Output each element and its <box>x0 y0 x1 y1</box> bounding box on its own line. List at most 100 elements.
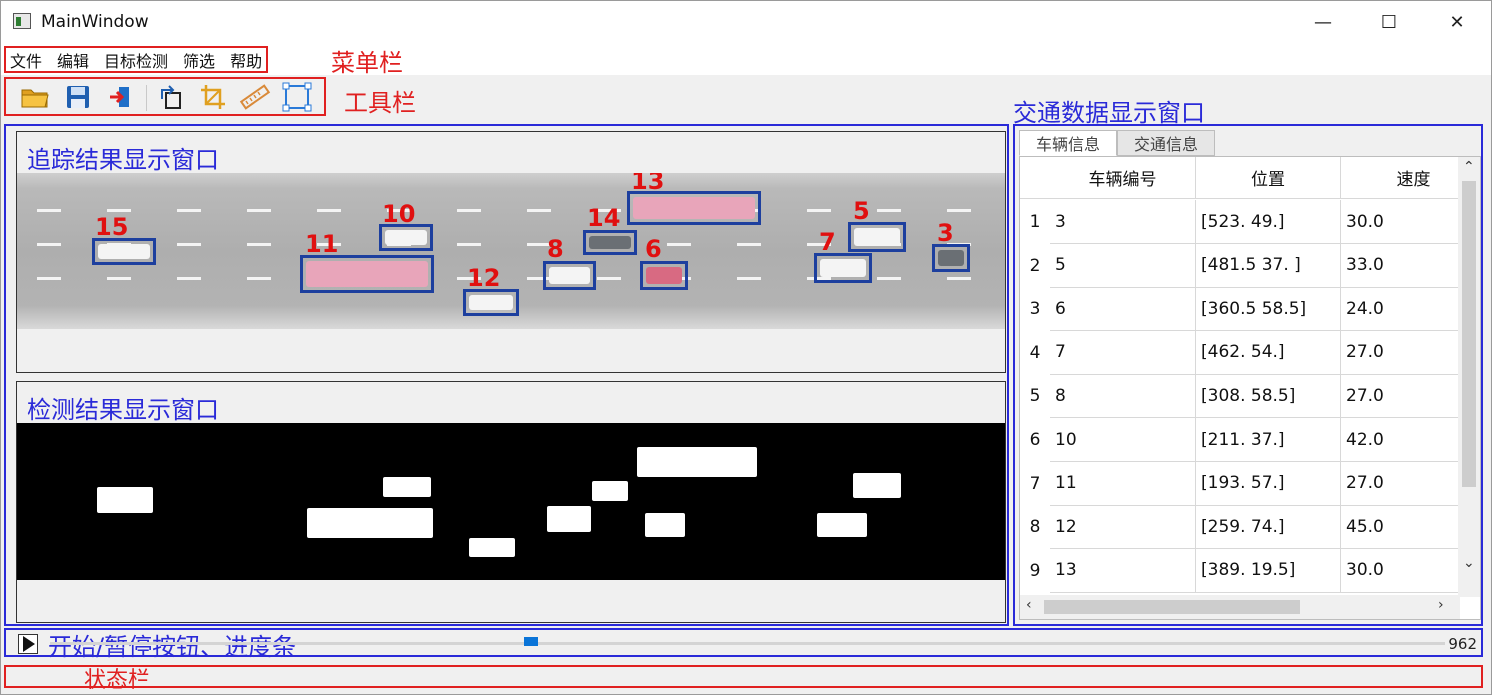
rotate-icon[interactable] <box>154 82 188 112</box>
scroll-left-icon[interactable]: ‹ <box>1026 597 1032 613</box>
status-bar: 状态栏 <box>4 665 1483 693</box>
track-id-label: 5 <box>853 197 870 225</box>
tab-vehicle-info[interactable]: 车辆信息 <box>1019 130 1118 156</box>
vertical-scroll-thumb[interactable] <box>1462 181 1476 487</box>
traffic-data-pane: 车辆信息 交通信息 车辆编号 位置 速度 1 3 [523. 49.] 30.0 2 5[… <box>1013 124 1483 626</box>
detection-panel-title: 检测结果显示窗口 <box>27 396 219 424</box>
table-cell-pos[interactable]: [259. 74.] <box>1196 505 1341 550</box>
mask-blob <box>853 473 901 498</box>
app-icon <box>13 13 31 29</box>
statusbar-annotation: 状态栏 <box>84 668 151 693</box>
horizontal-scrollbar[interactable]: ‹ › <box>1020 595 1460 619</box>
corner-header <box>1020 157 1050 199</box>
column-header[interactable]: 位置 <box>1196 157 1341 199</box>
track-id-label: 13 <box>631 173 665 195</box>
table-cell-id[interactable]: 8 <box>1050 374 1196 419</box>
detection-panel: 检测结果显示窗口 <box>16 381 1006 623</box>
table-row[interactable]: 1 3 [523. 49.] 30.0 <box>1020 200 1480 244</box>
track-id-label: 3 <box>937 219 954 247</box>
table-row[interactable]: 3 6 [360.5 58.5] 24.0 <box>1020 287 1480 332</box>
track-id-label: 11 <box>305 230 339 258</box>
bbox-vehicle <box>92 238 156 265</box>
mask-blob <box>645 513 685 537</box>
play-pause-button[interactable] <box>18 634 38 654</box>
tracking-frame: 15 10 11 12 8 14 13 6 7 5 3 <box>17 173 1005 329</box>
bbox-vehicle <box>463 289 519 316</box>
menu-help[interactable]: 帮助 <box>230 48 262 72</box>
progress-slider[interactable] <box>50 642 1445 645</box>
table-row[interactable]: 4 7 [462. 54.] 27.0 <box>1020 330 1480 375</box>
lane-marking <box>37 209 977 212</box>
title-bar: MainWindow — ☐ ✕ <box>1 1 1491 43</box>
table-cell-id[interactable]: 12 <box>1050 505 1196 550</box>
window-title: MainWindow <box>41 12 149 32</box>
table-cell-id[interactable]: 13 <box>1050 548 1196 593</box>
tab-traffic-info[interactable]: 交通信息 <box>1117 130 1216 156</box>
minimize-button[interactable]: — <box>1303 9 1343 35</box>
track-id-label: 15 <box>95 213 129 241</box>
mask-blob <box>592 481 628 501</box>
mask-blob <box>97 487 153 513</box>
scroll-up-icon[interactable]: ⌃ <box>1463 159 1475 175</box>
table-row[interactable]: 5 8 [308. 58.5] 27.0 <box>1020 374 1480 419</box>
tab-bar: 车辆信息 交通信息 <box>1019 130 1216 156</box>
table-cell-id[interactable]: 6 <box>1050 287 1196 332</box>
folder-open-icon[interactable] <box>18 82 52 112</box>
mask-blob <box>307 508 433 538</box>
table-cell-pos[interactable]: [193. 57.] <box>1196 461 1341 506</box>
save-icon[interactable] <box>61 82 95 112</box>
exit-icon[interactable] <box>103 82 137 112</box>
crop-icon[interactable] <box>196 82 230 112</box>
toolbar-separator <box>146 85 147 111</box>
menu-detect[interactable]: 目标检测 <box>104 48 168 72</box>
tracking-panel: 追踪结果显示窗口 15 10 11 12 8 14 13 6 7 5 3 <box>16 131 1006 373</box>
vehicle-table: 车辆编号 位置 速度 1 3 [523. 49.] 30.0 2 5 [481.5 37. … <box>1019 156 1481 620</box>
progress-slider-handle[interactable] <box>524 637 539 646</box>
table-cell-id[interactable]: 3 <box>1050 200 1196 244</box>
frame-count: 962 <box>1448 635 1477 653</box>
bbox-vehicle <box>627 191 761 225</box>
mask-blob <box>637 447 757 477</box>
track-id-label: 6 <box>645 235 662 263</box>
table-row[interactable]: 6 10 [211. 37.] 42.0 <box>1020 418 1480 462</box>
vertical-scrollbar[interactable]: ⌃ ⌄ <box>1458 157 1480 597</box>
menu-file[interactable]: 文件 <box>10 48 42 72</box>
ruler-icon[interactable] <box>238 82 272 112</box>
row-number: 2 <box>1029 255 1041 276</box>
bbox-vehicle <box>814 253 872 283</box>
table-cell-pos[interactable]: [389. 19.5] <box>1196 548 1341 593</box>
table-cell-id[interactable]: 10 <box>1050 418 1196 462</box>
column-header[interactable]: 车辆编号 <box>1050 157 1196 199</box>
table-cell-pos[interactable]: [523. 49.] <box>1196 200 1341 244</box>
horizontal-scroll-thumb[interactable] <box>1044 600 1300 614</box>
tracking-panel-title: 追踪结果显示窗口 <box>27 146 219 174</box>
menu-edit[interactable]: 编辑 <box>57 48 89 72</box>
table-cell-pos[interactable]: [481.5 37. ] <box>1196 243 1341 288</box>
scroll-right-icon[interactable]: › <box>1438 597 1444 613</box>
close-button[interactable]: ✕ <box>1437 9 1477 35</box>
track-id-label: 10 <box>382 200 416 228</box>
table-cell-pos[interactable]: [462. 54.] <box>1196 330 1341 375</box>
video-pane: 追踪结果显示窗口 15 10 11 12 8 14 13 6 7 5 3 检测结… <box>4 124 1009 626</box>
table-cell-pos[interactable]: [211. 37.] <box>1196 418 1341 462</box>
table-row[interactable]: 7 11 [193. 57.] 27.0 <box>1020 461 1480 506</box>
table-row[interactable]: 2 5 [481.5 37. ] 33.0 <box>1020 243 1480 288</box>
row-number: 1 <box>1029 212 1041 232</box>
toolbar <box>4 77 326 116</box>
scroll-down-icon[interactable]: ⌄ <box>1463 555 1475 571</box>
table-cell-id[interactable]: 11 <box>1050 461 1196 506</box>
table-cell-pos[interactable]: [308. 58.5] <box>1196 374 1341 419</box>
menu-bar-box: 文件 编辑 目标检测 筛选 帮助 <box>4 46 269 73</box>
table-row[interactable]: 8 12 [259. 74.] 45.0 <box>1020 505 1480 550</box>
menu-filter[interactable]: 筛选 <box>183 48 215 72</box>
table-row[interactable]: 9 13 [389. 19.5] 30.0 <box>1020 548 1480 593</box>
maximize-button[interactable]: ☐ <box>1369 9 1409 35</box>
mask-blob <box>547 506 591 532</box>
lane-marking <box>37 243 977 246</box>
toolbar-annotation: 工具栏 <box>344 89 416 117</box>
table-cell-id[interactable]: 5 <box>1050 243 1196 288</box>
mask-blob <box>817 513 867 537</box>
table-cell-pos[interactable]: [360.5 58.5] <box>1196 287 1341 332</box>
select-region-icon[interactable] <box>280 82 314 112</box>
table-cell-id[interactable]: 7 <box>1050 330 1196 375</box>
